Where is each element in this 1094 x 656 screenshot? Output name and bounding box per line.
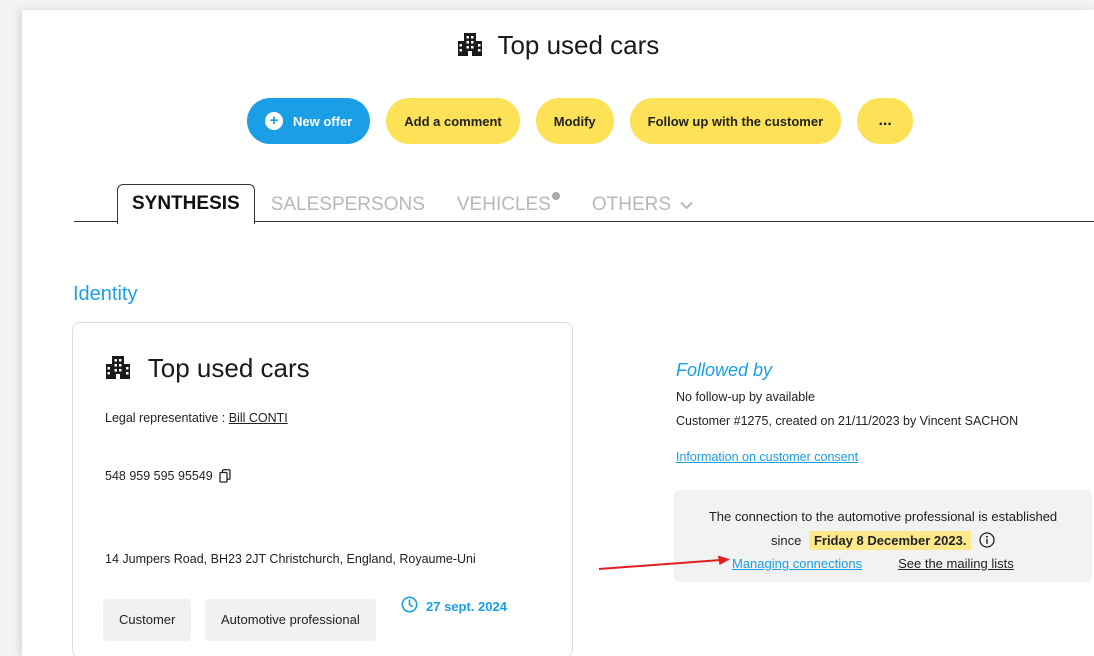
tab-salespersons-label: SALESPERSONS	[270, 194, 425, 215]
action-bar: + New offer Add a comment Modify Follow …	[247, 98, 914, 144]
card-title: Top used cars	[105, 353, 310, 387]
more-options-button[interactable]: ...	[857, 98, 914, 144]
connection-text: The connection to the automotive profess…	[708, 509, 1058, 524]
tab-bar: SYNTHESIS SALESPERSONS VEHICLES OTHERS	[117, 184, 709, 224]
customer-info-text: Customer #1275, created on 21/11/2023 by…	[676, 414, 1019, 428]
copy-icon[interactable]	[219, 469, 231, 486]
plus-icon: +	[265, 112, 283, 130]
page-header: Top used cars	[22, 30, 1094, 64]
building-icon	[457, 31, 483, 64]
tab-vehicles[interactable]: VEHICLES	[441, 186, 576, 224]
tab-synthesis[interactable]: SYNTHESIS	[117, 184, 255, 224]
mailing-lists-link[interactable]: See the mailing lists	[898, 556, 1014, 571]
identity-card: Top used cars Legal representative : Bil…	[72, 322, 573, 656]
tab-salespersons[interactable]: SALESPERSONS	[255, 186, 441, 224]
page: Top used cars + New offer Add a comment …	[22, 10, 1094, 656]
identity-section-title: Identity	[73, 283, 138, 305]
modify-button[interactable]: Modify	[535, 98, 614, 144]
notification-dot-icon	[551, 192, 560, 200]
address: 14 Jumpers Road, BH23 2JT Christchurch, …	[105, 552, 476, 566]
since-label: since	[770, 533, 802, 548]
chevron-down-icon	[680, 197, 694, 213]
connection-links: Managing connections See the mailing lis…	[732, 556, 1014, 571]
tab-others[interactable]: OTHERS	[576, 186, 709, 224]
page-title: Top used cars	[497, 30, 660, 60]
tab-others-label: OTHERS	[591, 194, 672, 215]
legal-rep-link[interactable]: Bill CONTI	[229, 411, 288, 425]
registration-number: 548 959 595 95549	[105, 469, 231, 486]
no-follow-up-text: No follow-up by available	[676, 390, 815, 404]
date-value: 27 sept. 2024	[426, 598, 507, 614]
legal-rep-label: Legal representative :	[105, 411, 229, 425]
followed-by-title: Followed by	[676, 360, 773, 380]
tab-vehicles-label: VEHICLES	[456, 194, 551, 215]
new-offer-button[interactable]: + New offer	[247, 98, 371, 144]
info-icon[interactable]	[979, 532, 995, 551]
consent-link[interactable]: Information on customer consent	[676, 450, 858, 464]
date-indicator: 27 sept. 2024	[401, 596, 507, 616]
clock-icon	[401, 596, 418, 616]
annotation-arrow	[597, 555, 737, 580]
since-date: Friday 8 December 2023.	[808, 531, 972, 550]
building-icon	[105, 354, 131, 387]
badge-automotive-professional: Automotive professional	[205, 599, 376, 641]
tab-synthesis-label: SYNTHESIS	[132, 193, 240, 214]
badge-customer: Customer	[103, 599, 192, 641]
new-offer-label: New offer	[293, 113, 353, 129]
follow-up-button[interactable]: Follow up with the customer	[629, 98, 842, 144]
add-comment-button[interactable]: Add a comment	[386, 98, 520, 144]
company-name: Top used cars	[147, 353, 310, 383]
managing-connections-link[interactable]: Managing connections	[732, 556, 862, 571]
connection-since: since Friday 8 December 2023.	[674, 531, 1092, 551]
registration-value: 548 959 595 95549	[105, 469, 213, 483]
legal-representative: Legal representative : Bill CONTI	[105, 411, 288, 425]
